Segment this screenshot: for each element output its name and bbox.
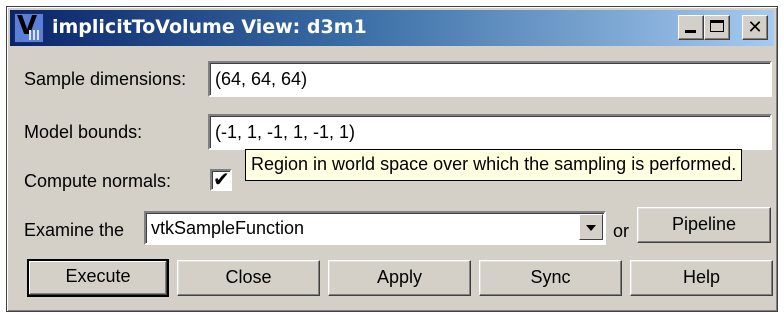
close-icon: ✕ — [747, 17, 763, 38]
sample-dimensions-field[interactable] — [208, 61, 772, 97]
help-button[interactable]: Help — [630, 260, 773, 296]
model-bounds-input[interactable] — [215, 122, 770, 143]
model-bounds-tooltip: Region in world space over which the sam… — [245, 149, 743, 181]
close-window-button[interactable]: ✕ — [742, 15, 768, 40]
title-bar[interactable]: V implicitToVolume View: d3m1 ✕ — [10, 10, 774, 46]
close-button[interactable]: Close — [177, 260, 320, 296]
compute-normals-checkbox[interactable]: ✔ — [210, 167, 232, 191]
sample-dimensions-input[interactable] — [215, 69, 770, 90]
checkmark-icon: ✔ — [213, 167, 230, 191]
execute-button[interactable]: Execute — [27, 259, 169, 297]
examine-label: Examine the — [24, 220, 125, 240]
model-bounds-field[interactable] — [208, 114, 772, 150]
sync-button[interactable]: Sync — [479, 260, 622, 296]
maximize-button[interactable] — [704, 15, 730, 40]
sample-dimensions-label: Sample dimensions: — [24, 69, 187, 89]
window-title: implicitToVolume View: d3m1 — [52, 16, 367, 38]
maximize-icon — [705, 16, 729, 39]
vtk-logo-icon[interactable]: V — [14, 11, 44, 43]
compute-normals-label: Compute normals: — [24, 171, 172, 191]
pipeline-button[interactable]: Pipeline — [637, 207, 771, 243]
examine-combobox[interactable]: vtkSampleFunction — [144, 211, 606, 245]
apply-button[interactable]: Apply — [328, 260, 471, 296]
minimize-icon — [679, 16, 703, 39]
dialog-window: V implicitToVolume View: d3m1 ✕ Sample d… — [6, 6, 778, 312]
model-bounds-label: Model bounds: — [24, 122, 143, 142]
minimize-button[interactable] — [678, 15, 704, 40]
or-label: or — [613, 221, 630, 241]
dropdown-arrow-icon[interactable] — [579, 214, 603, 240]
examine-selected-value[interactable]: vtkSampleFunction — [144, 211, 606, 245]
